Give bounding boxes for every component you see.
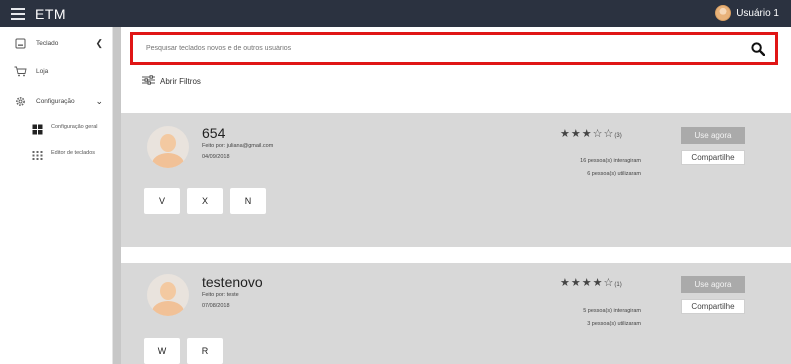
star-empty-icon: ☆	[603, 128, 615, 140]
star-empty-icon: ☆	[603, 277, 615, 289]
sidebar-scrollbar[interactable]	[113, 27, 121, 364]
key-button[interactable]: W	[144, 338, 180, 364]
sidebar-item-loja[interactable]: Loja	[0, 60, 113, 82]
share-button[interactable]: Compartilhe	[681, 150, 745, 165]
open-filters-label: Abrir Filtros	[160, 76, 201, 86]
sidebar-item-label: Configuração	[36, 97, 75, 105]
filter-sliders-icon	[142, 75, 155, 87]
app-title: ETM	[35, 5, 67, 22]
keyboard-icon	[11, 38, 29, 49]
chevron-left-icon[interactable]: ❮	[95, 38, 103, 49]
top-bar: ETM Usuário 1	[0, 0, 791, 27]
hamburger-menu-icon[interactable]	[11, 7, 25, 20]
search-input[interactable]	[146, 38, 726, 59]
gear-icon	[11, 96, 29, 107]
star-filled-icon: ★	[581, 277, 593, 289]
sidebar-item-label: Loja	[36, 67, 49, 75]
card-date: 04/09/2018	[202, 154, 230, 160]
user-name: Usuário 1	[736, 7, 779, 19]
keyboard-card: 654 Feito por: juliana@gmail.com 04/09/2…	[121, 113, 791, 247]
rating-count: (1)	[614, 282, 622, 288]
key-preview: V X N	[144, 188, 266, 214]
interacted-count: 16 pessoa(s) interagiram	[580, 158, 641, 164]
use-now-button[interactable]: Use agora	[681, 127, 745, 144]
sidebar-subitem-label: Configuração geral	[51, 124, 98, 130]
use-now-button[interactable]: Use agora	[681, 276, 745, 293]
star-filled-icon: ★	[581, 128, 593, 140]
cart-icon	[11, 66, 29, 77]
card-author: Feito por: teste	[202, 292, 239, 298]
author-avatar	[147, 274, 189, 316]
star-filled-icon: ★	[592, 277, 604, 289]
interacted-count: 5 pessoa(s) interagiram	[583, 308, 641, 314]
keyboard-card: testenovo Feito por: teste 07/08/2018 ★★…	[121, 263, 791, 364]
star-filled-icon: ★	[560, 128, 571, 140]
star-filled-icon: ★	[570, 128, 582, 140]
sidebar-item-teclado[interactable]: Teclado ❮	[0, 32, 113, 54]
grid-icon	[32, 124, 44, 137]
sidebar-subitem-configuracao-geral[interactable]: Configuração geral	[0, 124, 113, 137]
user-avatar-icon	[715, 5, 732, 21]
sidebar-subitem-editor-de-teclados[interactable]: Editor de teclados	[0, 150, 113, 163]
star-filled-icon: ★	[570, 277, 582, 289]
card-date: 07/08/2018	[202, 303, 230, 309]
key-preview: W R	[144, 338, 223, 364]
star-filled-icon: ★	[560, 277, 571, 289]
sidebar-subitem-label: Editor de teclados	[51, 150, 96, 156]
user-menu[interactable]: Usuário 1	[715, 5, 779, 21]
search-icon[interactable]	[751, 42, 766, 57]
key-button[interactable]: R	[187, 338, 223, 364]
card-title: testenovo	[202, 274, 263, 290]
share-button[interactable]: Compartilhe	[681, 299, 745, 314]
open-filters-button[interactable]: Abrir Filtros	[142, 75, 201, 87]
sidebar-item-label: Teclado	[36, 39, 59, 47]
author-avatar	[147, 126, 189, 168]
card-title: 654	[202, 125, 226, 141]
sidebar: Teclado ❮ Loja Configuração ⌄ Configuraç…	[0, 27, 113, 364]
key-button[interactable]: N	[230, 188, 266, 214]
card-author: Feito por: juliana@gmail.com	[202, 143, 274, 149]
key-button[interactable]: X	[187, 188, 223, 214]
keypad-icon	[32, 150, 44, 163]
rating-stars: ★★★☆☆(3)	[560, 127, 622, 140]
used-count: 3 pessoa(s) utilizaram	[587, 321, 641, 327]
search-box	[130, 32, 778, 65]
rating-stars: ★★★★☆(1)	[560, 276, 622, 289]
used-count: 6 pessoa(s) utilizaram	[587, 171, 641, 177]
key-button[interactable]: V	[144, 188, 180, 214]
star-empty-icon: ☆	[592, 128, 604, 140]
rating-count: (3)	[614, 133, 622, 139]
chevron-down-icon[interactable]: ⌄	[95, 96, 103, 107]
sidebar-item-configuracao[interactable]: Configuração ⌄	[0, 90, 113, 112]
